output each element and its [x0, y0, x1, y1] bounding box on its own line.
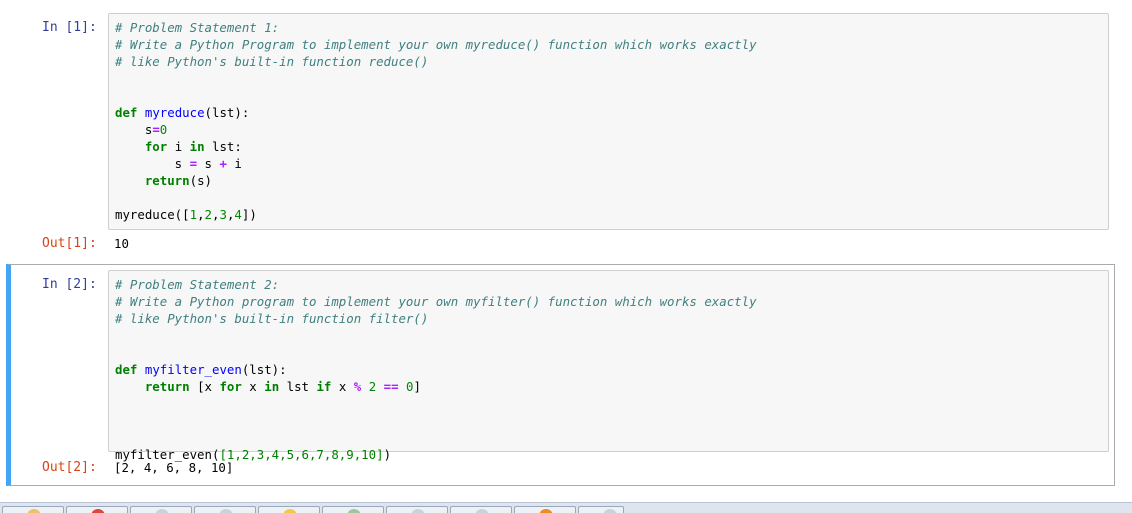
code-line: s=0 — [115, 122, 168, 137]
app-icon — [411, 509, 425, 513]
code-line: for i in lst: — [144, 139, 242, 154]
code-line: return [x for x in lst if x % 2 == 0] — [144, 379, 421, 394]
notebook: In [1]: # Problem Statement 1: # Write a … — [0, 0, 1132, 513]
code-line: myfilter_even([1,2,3,4,5,6,7,8,9,10]) — [115, 447, 392, 462]
taskbar-button[interactable] — [194, 506, 256, 513]
code-token: [1,2,3,4,5,6,7,8,9,10] — [219, 447, 384, 462]
code-token: return — [144, 173, 190, 188]
code-line: # like Python's built-in function reduce… — [115, 54, 429, 69]
code-line: s = s + i — [115, 156, 242, 171]
code-token: def — [115, 105, 138, 120]
code-editor-2[interactable]: # Problem Statement 2: # Write a Python p… — [108, 270, 1109, 462]
code-token: == — [383, 379, 399, 394]
taskbar-button[interactable] — [130, 506, 192, 513]
code-token: = — [189, 156, 198, 171]
in-prompt-2: In [2]: — [42, 277, 97, 292]
app-icon — [155, 509, 169, 513]
code-token: 2 — [368, 379, 377, 394]
code-line: # Problem Statement 2: — [115, 277, 280, 292]
code-line: def myreduce(lst): — [115, 105, 250, 120]
code-token: def — [115, 362, 138, 377]
code-token: 0 — [406, 379, 414, 394]
code-content-2: # Problem Statement 2: # Write a Python p… — [109, 271, 1108, 468]
code-token: 1 — [189, 207, 198, 222]
in-prompt-1: In [1]: — [42, 20, 97, 35]
chrome-icon — [91, 509, 105, 513]
code-line: def myfilter_even(lst): — [115, 362, 287, 377]
app-icon — [603, 509, 617, 513]
code-token: myfilter_even — [144, 362, 242, 377]
code-token: 4 — [234, 207, 242, 222]
taskbar-button[interactable] — [258, 506, 320, 513]
code-line: # Problem Statement 1: — [115, 20, 280, 35]
taskbar-button[interactable] — [386, 506, 448, 513]
code-token: % — [353, 379, 362, 394]
code-token: 3 — [219, 207, 227, 222]
code-line: return(s) — [144, 173, 212, 188]
code-line: # Write a Python Program to implement yo… — [115, 37, 757, 52]
code-token: return — [144, 379, 190, 394]
code-token: 0 — [159, 122, 168, 137]
code-token: = — [152, 122, 160, 137]
app-icon — [219, 509, 233, 513]
code-editor-1[interactable]: # Problem Statement 1: # Write a Python P… — [108, 13, 1109, 230]
taskbar — [0, 502, 1132, 513]
code-token: + — [219, 156, 227, 171]
output-2: [2, 4, 6, 8, 10] — [114, 460, 234, 475]
out-prompt-1: Out[1]: — [42, 236, 97, 251]
taskbar-button[interactable] — [66, 506, 128, 513]
output-1: 10 — [114, 236, 129, 251]
app-icon — [475, 509, 489, 513]
code-token: 2 — [204, 207, 213, 222]
out-prompt-2: Out[2]: — [42, 460, 97, 475]
folder-icon — [283, 509, 297, 513]
code-content-1: # Problem Statement 1: # Write a Python P… — [109, 14, 1108, 228]
code-token: myreduce — [144, 105, 205, 120]
code-token: if — [316, 379, 332, 394]
notepad-icon — [347, 509, 361, 513]
taskbar-button[interactable] — [514, 506, 576, 513]
code-token: in — [189, 139, 205, 154]
code-token: for — [219, 379, 242, 394]
taskbar-button[interactable] — [322, 506, 384, 513]
code-line: myreduce([1,2,3,4]) — [115, 207, 257, 222]
vlc-icon — [539, 509, 553, 513]
taskbar-button[interactable] — [578, 506, 624, 513]
explorer-icon — [27, 509, 41, 513]
code-token: for — [144, 139, 168, 154]
code-token: in — [264, 379, 280, 394]
taskbar-button[interactable] — [450, 506, 512, 513]
code-line: # Write a Python program to implement yo… — [115, 294, 757, 309]
taskbar-button[interactable] — [2, 506, 64, 513]
code-line: # like Python's built-in function filter… — [115, 311, 429, 326]
